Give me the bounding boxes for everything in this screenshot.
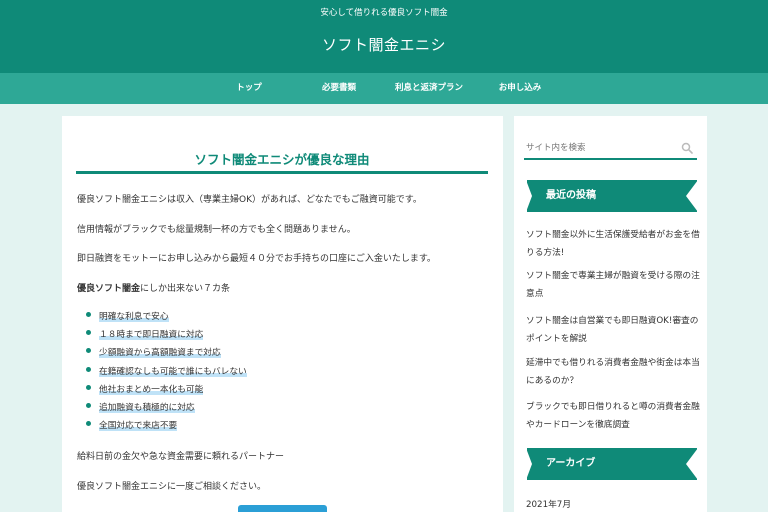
global-nav: トップ 必要書類 利息と返済プラン お申し込み xyxy=(0,73,768,104)
recent-post-link[interactable]: ソフト闇金で専業主婦が融資を受ける際の注意点 xyxy=(526,267,701,303)
recent-post-link[interactable]: ソフト闇金は自営業でも即日融資OK!審査のポイントを解説 xyxy=(526,312,701,348)
bullet-icon xyxy=(86,366,91,372)
bullet-icon xyxy=(86,312,91,317)
site-title[interactable]: ソフト闇金エニシ xyxy=(0,34,768,55)
list-item: 追加融資も積極的に対応 xyxy=(86,400,247,418)
sidebar: 最近の投稿 ソフト闇金以外に生活保護受給者がお金を借りる方法! ソフト闇金で専業… xyxy=(514,116,707,512)
bullet-icon xyxy=(86,330,91,336)
closing-paragraph: 給料日前の金欠や急な資金需要に頼れるパートナー xyxy=(77,452,285,462)
reasons-heading-bold: 優良ソフト闇金 xyxy=(77,284,141,294)
site-tagline: 安心して借りれる優良ソフト闇金 xyxy=(320,8,448,18)
search-box xyxy=(524,138,697,160)
article-paragraph: 即日融資をモットーにお申し込みから最短４０分でお手持ちの口座にご入金いたします。 xyxy=(77,254,436,264)
list-item: 在籍確認なしも可能で誰にもバレない xyxy=(86,364,247,382)
recent-posts-heading: 最近の投稿 xyxy=(526,180,698,212)
recent-post-link[interactable]: ブラックでも即日借りれると噂の消費者金融やカードローンを徹底調査 xyxy=(526,398,701,434)
recent-post-link[interactable]: ソフト闇金以外に生活保護受給者がお金を借りる方法! xyxy=(526,226,701,262)
recent-post-link[interactable]: 延滞中でも借りれる消費者金融や街金は本当にあるのか？ xyxy=(526,354,701,390)
archive-link[interactable]: 2021年7月 xyxy=(526,497,571,510)
bullet-icon xyxy=(86,402,91,408)
site-header: 安心して借りれる優良ソフト闇金 ソフト闇金エニシ xyxy=(0,0,768,73)
reasons-list: 明確な利息で安心 １８時まで即日融資に対応 少額融資から高額融資まで対応 在籍確… xyxy=(86,309,247,436)
search-input[interactable] xyxy=(524,138,674,158)
list-item: 明確な利息で安心 xyxy=(86,309,247,327)
bullet-icon xyxy=(86,348,91,354)
cta-button[interactable] xyxy=(238,505,327,512)
nav-item-apply[interactable]: お申し込み xyxy=(465,73,575,104)
bullet-icon xyxy=(86,384,91,390)
reasons-heading: 優良ソフト闇金にしか出来ない７カ条 xyxy=(77,281,230,294)
article-paragraph: 優良ソフト闇金エニシは収入（専業主婦OK）があれば、どなたでもご融資可能です。 xyxy=(77,195,422,205)
list-item: １８時まで即日融資に対応 xyxy=(86,327,247,345)
search-icon[interactable] xyxy=(681,142,693,154)
main-content: ソフト闇金エニシが優良な理由 優良ソフト闇金エニシは収入（専業主婦OK）があれば… xyxy=(62,116,503,512)
list-item: 少額融資から高額融資まで対応 xyxy=(86,345,247,363)
list-item: 全国対応で来店不要 xyxy=(86,418,247,436)
article-paragraph: 信用情報がブラックでも総量規制一杯の方でも全く問題ありません。 xyxy=(77,225,356,235)
list-item: 他社おまとめ一本化も可能 xyxy=(86,382,247,400)
archive-heading: アーカイブ xyxy=(526,448,698,480)
article-title: ソフト闇金エニシが優良な理由 xyxy=(76,149,488,174)
bullet-icon xyxy=(86,421,91,427)
reasons-heading-rest: にしか出来ない７カ条 xyxy=(140,284,231,294)
closing-paragraph: 優良ソフト闇金エニシに一度ご相談ください。 xyxy=(77,482,267,492)
